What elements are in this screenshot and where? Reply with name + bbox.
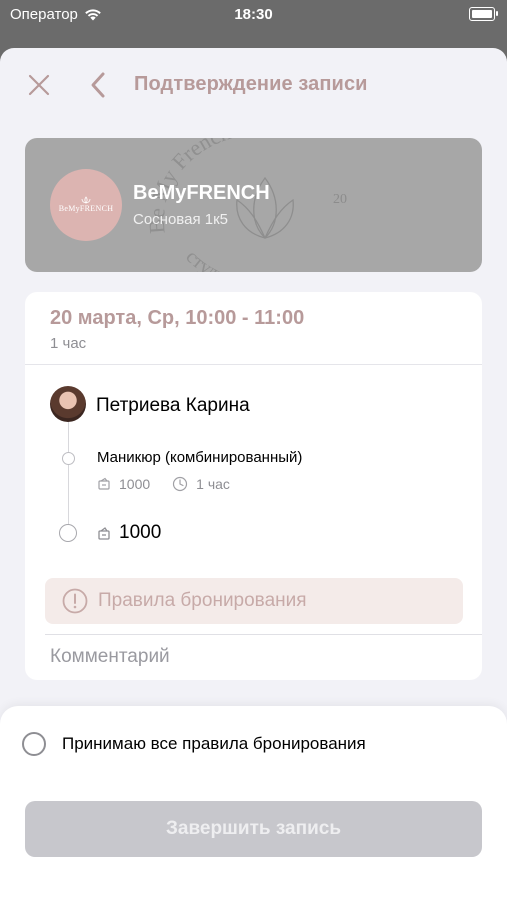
accept-rules-label[interactable]: Принимаю все правила бронирования [62, 734, 366, 754]
svg-text:студия маникюра: студия маникюра [181, 246, 324, 272]
complete-booking-button[interactable]: Завершить запись [25, 801, 482, 857]
service-name: Маникюр (комбинированный) [97, 449, 303, 466]
watermark-number: 20 [333, 192, 347, 207]
comment-input[interactable]: Комментарий [50, 646, 170, 668]
timeline-dot [62, 452, 75, 465]
back-chevron-icon[interactable] [88, 70, 108, 100]
clock: 18:30 [234, 6, 273, 23]
wallet-icon [98, 477, 110, 490]
exclamation-circle-icon [62, 588, 88, 614]
footer-panel: Принимаю все правила бронирования Заверш… [0, 706, 507, 900]
wallet-icon [98, 526, 110, 540]
page-title: Подтверждение записи [134, 73, 368, 95]
booking-rules-label: Правила бронирования [98, 590, 307, 611]
booking-confirmation-sheet: Подтверждение записи Be My French студия… [0, 48, 507, 900]
logo-text: BeMyFRENCH [58, 203, 114, 213]
salon-logo: BeMyFRENCH [50, 169, 122, 241]
status-bar: Оператор 18:30 [0, 0, 507, 30]
master-avatar [50, 386, 86, 422]
divider [25, 364, 482, 365]
salon-card[interactable]: Be My French студия маникюра 20 BeMyFREN… [25, 138, 482, 272]
booking-rules-button[interactable]: Правила бронирования [45, 578, 463, 624]
service-meta: 1000 1 час [97, 476, 230, 492]
booking-details-card: 20 марта, Ср, 10:00 - 11:00 1 час Петрие… [25, 292, 482, 680]
total-price: 1000 [119, 522, 162, 543]
service-duration: 1 час [196, 476, 230, 492]
timeline-line [68, 422, 69, 532]
master-name: Петриева Карина [96, 395, 250, 416]
battery-icon [469, 7, 498, 21]
booking-datetime: 20 марта, Ср, 10:00 - 11:00 [50, 307, 305, 329]
divider [45, 634, 482, 635]
total-row: 1000 [97, 522, 161, 544]
timeline-total-dot [59, 524, 77, 542]
watermark-bottom-text: студия маникюра [181, 246, 324, 272]
close-icon[interactable] [26, 72, 52, 98]
booking-duration: 1 час [50, 335, 87, 352]
salon-watermark: Be My French студия маникюра 20 [145, 138, 347, 272]
accept-rules-checkbox[interactable] [22, 732, 46, 756]
salon-address: Сосновая 1к5 [133, 211, 228, 228]
salon-name: BeMyFRENCH [133, 182, 270, 204]
clock-icon [173, 476, 188, 492]
nav-bar: Подтверждение записи [0, 48, 507, 118]
lotus-icon [81, 195, 91, 204]
service-price: 1000 [119, 476, 151, 492]
